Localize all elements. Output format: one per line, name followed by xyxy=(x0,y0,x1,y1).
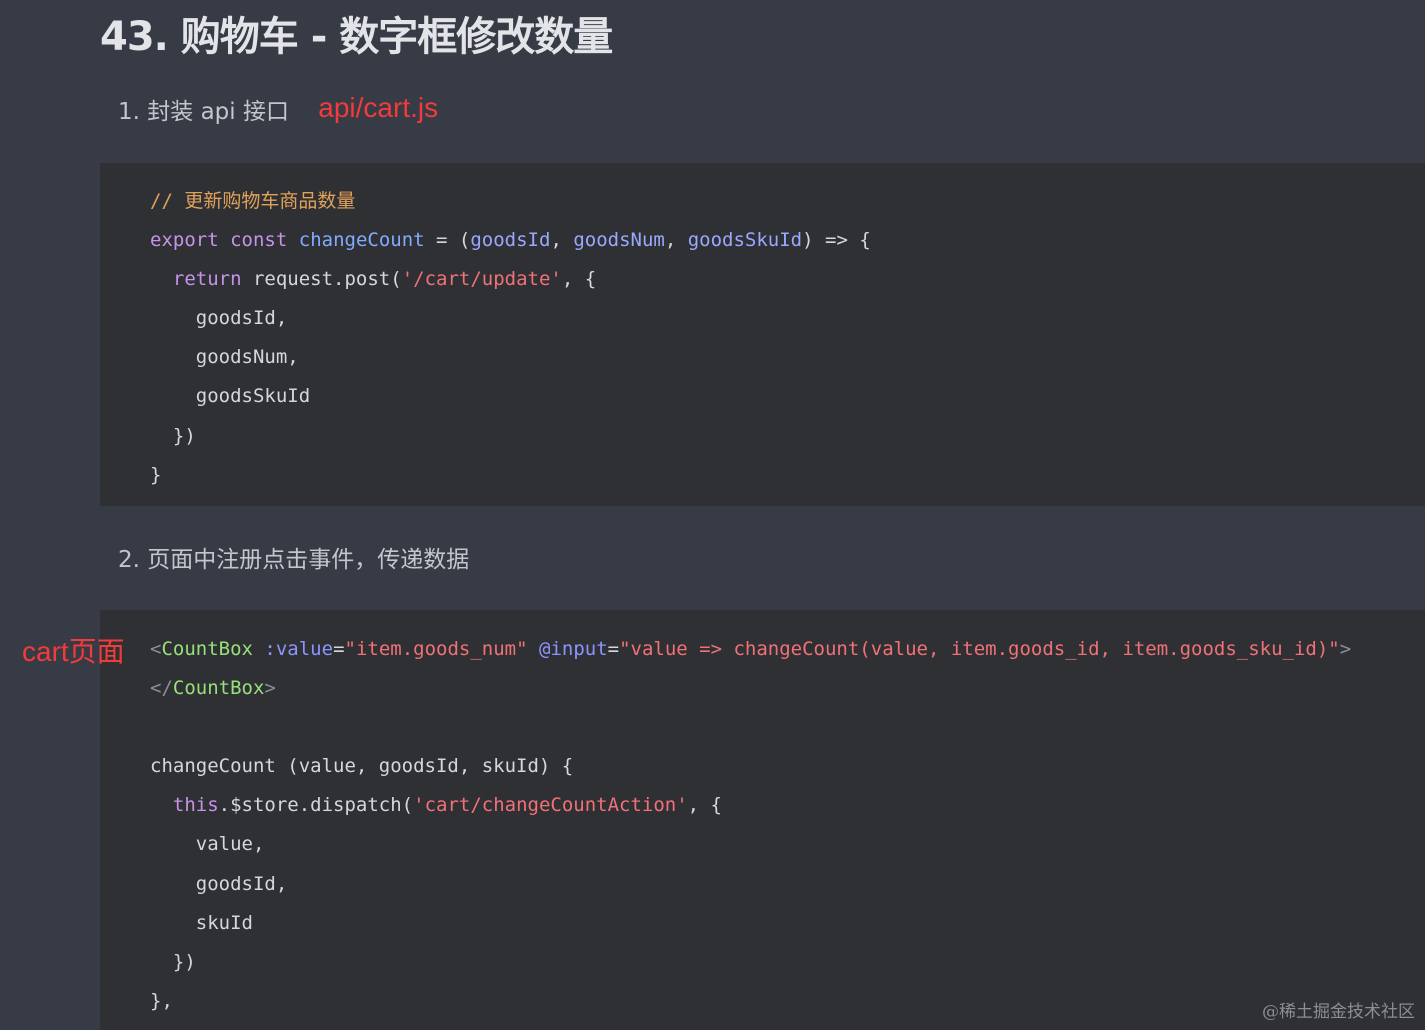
code-line: </CountBox> xyxy=(150,677,276,700)
code-line: goodsNum, xyxy=(195,346,299,369)
step-1-label: 1. 封装 api 接口 xyxy=(118,99,289,125)
step-2: 2. 页面中注册点击事件，传递数据 xyxy=(118,540,469,574)
code-line: }, xyxy=(150,989,173,1012)
code-line: goodsId, xyxy=(195,872,288,895)
watermark: @稀土掘金技术社区 xyxy=(1262,1002,1415,1022)
code-block-page: <CountBox :value="item.goods_num" @input… xyxy=(100,610,1425,1030)
code-line: return request.post('/cart/update', { xyxy=(172,268,597,291)
code-line: }) xyxy=(172,950,196,973)
code-line: changeCount (value, goodsId, skuId) { xyxy=(150,755,574,778)
page-title: 43. 购物车 - 数字框修改数量 xyxy=(100,14,613,60)
cart-page-annotation: cart页面 xyxy=(22,636,125,667)
code-line: <CountBox :value="item.goods_num" @input… xyxy=(150,638,1352,660)
code-line: }) xyxy=(172,424,196,447)
code-line: } xyxy=(150,463,162,486)
code-line: this.$store.dispatch('cart/changeCountAc… xyxy=(172,794,722,817)
code-line: skuId xyxy=(195,911,253,934)
code-line: goodsSkuId xyxy=(195,385,311,408)
step-1: 1. 封装 api 接口 api/cart.js xyxy=(118,92,438,126)
step-2-label: 2. 页面中注册点击事件，传递数据 xyxy=(118,547,470,573)
code-line: export const changeCount = (goodsId, goo… xyxy=(150,229,871,252)
code-block-api: // 更新购物车商品数量 export const changeCount = … xyxy=(100,163,1425,506)
code-line: value, xyxy=(195,833,265,856)
api-file-annotation: api/cart.js xyxy=(318,92,439,123)
code-line: // 更新购物车商品数量 xyxy=(150,190,356,212)
code-line: goodsId, xyxy=(195,307,288,330)
